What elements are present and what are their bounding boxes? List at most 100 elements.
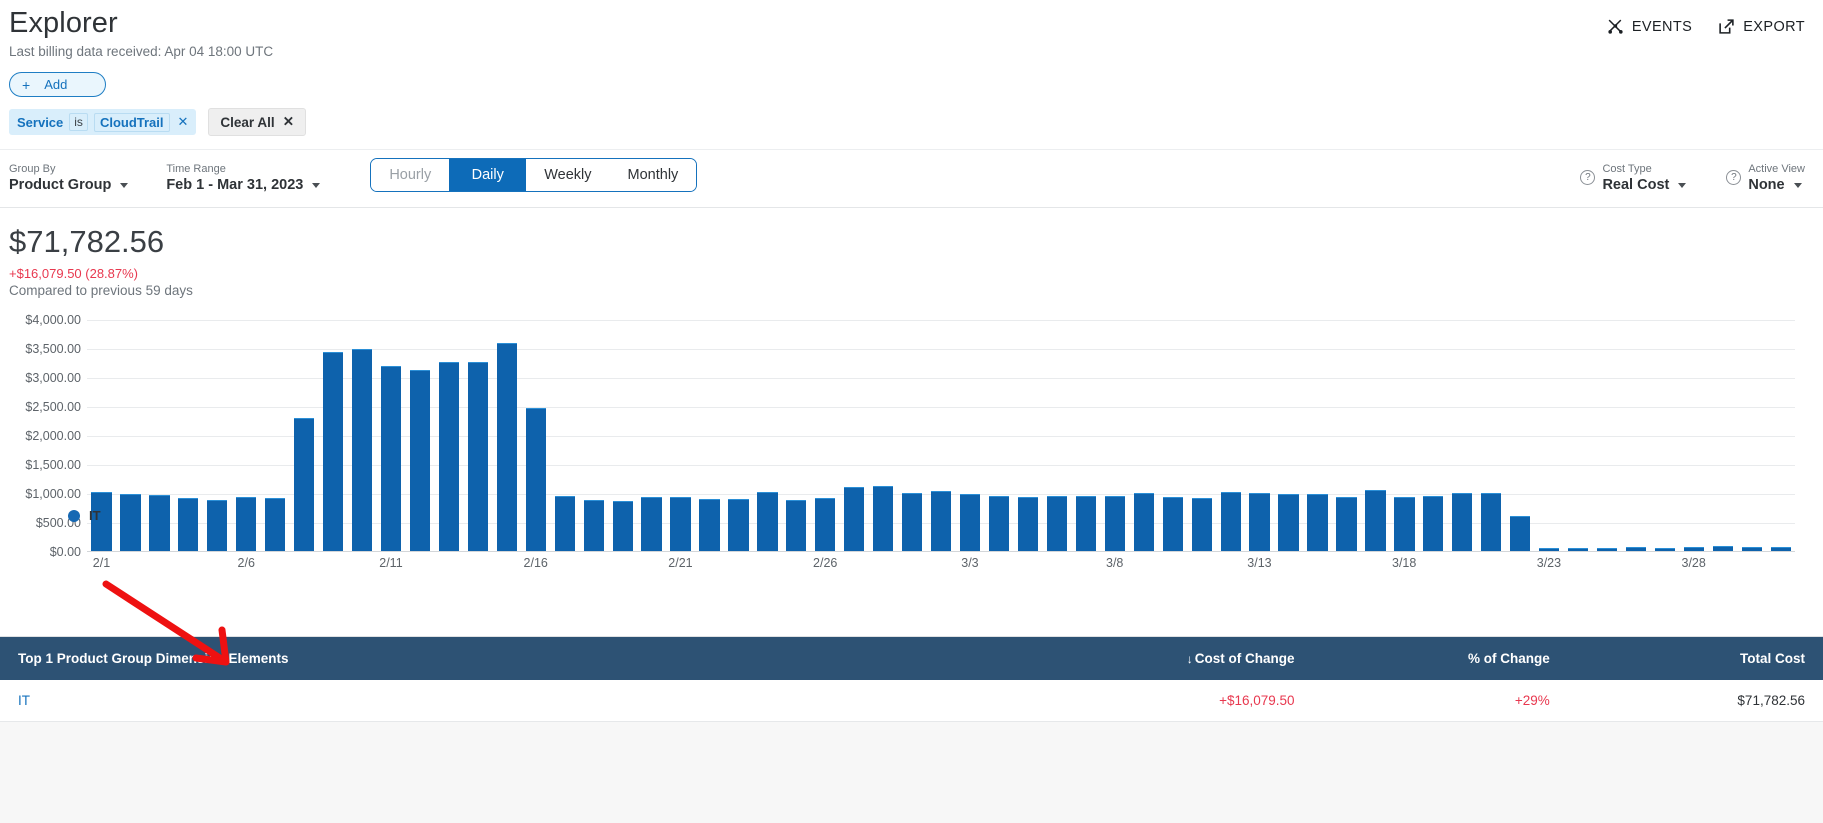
granularity-option-weekly[interactable]: Weekly [526,159,610,191]
bar-2/2[interactable] [120,493,141,551]
filter-chip-service[interactable]: Service is CloudTrail ✕ [9,109,197,135]
bar-2/28[interactable] [873,485,894,551]
bar-3/9[interactable] [1133,493,1154,551]
bar-slot[interactable] [1014,320,1043,551]
bar-2/16[interactable] [525,407,546,551]
bar-2/18[interactable] [583,499,604,551]
column-header-pct-of-change[interactable]: % of Change [1312,637,1568,680]
bar-slot[interactable] [1737,320,1766,551]
bar-2/10[interactable] [351,349,373,551]
bar-2/4[interactable] [178,498,199,551]
bar-slot[interactable] [782,320,811,551]
time-range-value[interactable]: Feb 1 - Mar 31, 2023 [166,177,321,193]
bar-slot[interactable] [174,320,203,551]
bar-3/20[interactable] [1452,493,1473,551]
bar-slot[interactable] [1274,320,1303,551]
bar-slot[interactable] [985,320,1014,551]
bar-slot[interactable] [1679,320,1708,551]
bar-slot[interactable] [377,320,406,551]
bar-slot[interactable] [637,320,666,551]
bar-slot[interactable] [1390,320,1419,551]
bar-slot[interactable] [927,320,956,551]
active-view-control[interactable]: ? Active View None [1726,162,1805,193]
bar-2/22[interactable] [699,499,720,551]
bar-2/24[interactable] [757,492,778,551]
time-range-control[interactable]: Time Range Feb 1 - Mar 31, 2023 [166,162,321,193]
bar-slot[interactable] [405,320,434,551]
bar-slot[interactable] [1448,320,1477,551]
bar-slot[interactable] [434,320,463,551]
group-by-value[interactable]: Product Group [9,177,129,193]
bar-2/26[interactable] [815,497,836,551]
bar-slot[interactable] [232,320,261,551]
bar-slot[interactable] [869,320,898,551]
bar-3/16[interactable] [1336,496,1357,551]
bar-3/6[interactable] [1046,495,1068,551]
bar-3/4[interactable] [988,495,1010,551]
bar-3/8[interactable] [1104,495,1125,551]
bar-slot[interactable] [956,320,985,551]
bar-slot[interactable] [1622,320,1651,551]
bar-2/27[interactable] [844,487,865,551]
bar-2/15[interactable] [496,343,517,551]
bar-2/7[interactable] [265,497,286,551]
bar-slot[interactable] [261,320,290,551]
bar-slot[interactable] [550,320,579,551]
bar-2/5[interactable] [207,499,228,551]
bar-3/12[interactable] [1220,492,1241,551]
granularity-toggle-group[interactable]: Hourly Daily Weekly Monthly [370,158,698,192]
bar-3/2[interactable] [930,490,952,551]
add-filter-button[interactable]: + Add [9,72,106,97]
export-button[interactable]: EXPORT [1718,18,1805,35]
bar-2/6[interactable] [236,497,257,551]
bar-slot[interactable] [463,320,492,551]
bar-slot[interactable] [608,320,637,551]
column-header-dimension[interactable]: Top 1 Product Group Dimension Elements [0,637,1003,680]
bar-slot[interactable] [695,320,724,551]
active-view-value[interactable]: None [1748,177,1805,193]
bar-slot[interactable] [840,320,869,551]
bar-3/3[interactable] [959,493,981,551]
bar-3/10[interactable] [1162,497,1183,551]
bar-2/14[interactable] [467,362,488,551]
bar-3/14[interactable] [1278,494,1299,551]
bar-slot[interactable] [1303,320,1332,551]
bar-slot[interactable] [1071,320,1100,551]
bar-2/23[interactable] [728,499,749,551]
granularity-option-monthly[interactable]: Monthly [609,159,697,191]
bar-3/21[interactable] [1481,493,1502,551]
bar-slot[interactable] [666,320,695,551]
bar-3/13[interactable] [1249,492,1270,551]
bar-slot[interactable] [1042,320,1071,551]
bar-slot[interactable] [290,320,319,551]
bar-slot[interactable] [724,320,753,551]
bar-3/22[interactable] [1510,516,1531,551]
bar-slot[interactable] [1650,320,1679,551]
chart-legend[interactable]: IT [68,508,101,523]
bar-2/17[interactable] [554,495,575,551]
bar-slot[interactable] [319,320,348,551]
bar-2/12[interactable] [409,369,431,551]
bar-slot[interactable] [348,320,377,551]
bar-3/18[interactable] [1394,497,1415,551]
help-icon[interactable]: ? [1580,169,1596,185]
column-header-total-cost[interactable]: Total Cost [1567,637,1823,680]
granularity-option-daily[interactable]: Daily [449,159,527,191]
bar-slot[interactable] [145,320,174,551]
dimension-link[interactable]: IT [18,693,30,708]
bar-slot[interactable] [1187,320,1216,551]
bar-slot[interactable] [1766,320,1795,551]
bar-slot[interactable] [1245,320,1274,551]
bar-slot[interactable] [1332,320,1361,551]
table-row[interactable]: IT +$16,079.50 +29% $71,782.56 [0,680,1823,722]
bar-2/13[interactable] [438,361,460,551]
filter-chip-remove-icon[interactable]: ✕ [176,114,189,130]
bar-2/19[interactable] [612,501,633,551]
cost-type-control[interactable]: ? Cost Type Real Cost [1580,162,1687,193]
bar-3/5[interactable] [1017,496,1039,551]
help-icon[interactable]: ? [1726,169,1742,185]
bar-2/20[interactable] [641,497,662,551]
bar-3/11[interactable] [1191,498,1212,551]
bar-slot[interactable] [1129,320,1158,551]
bar-slot[interactable] [1100,320,1129,551]
